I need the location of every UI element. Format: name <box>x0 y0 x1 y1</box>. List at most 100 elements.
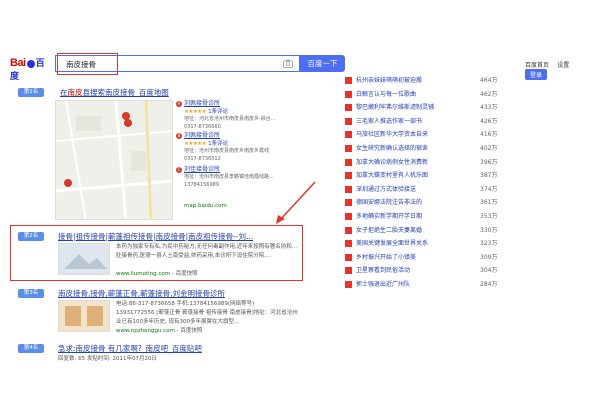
result-title-1[interactable]: 在南皮县搜索南皮接骨_百度地图 <box>60 87 169 98</box>
hot-item-count: 462万 <box>480 90 498 98</box>
place-name[interactable]: 刘佩接骨诊所 <box>184 100 220 107</box>
result-snippet-3b: 13931772556 [蕲蓬正骨 蕲蓬接骨 祖传接骨 南皮接骨]地址：河北省沧… <box>116 310 298 316</box>
result-snippet-2: 本药为独家专有私,为民中药秘方,无任何毒副作用,近年来按照有著名协和...肚接骨… <box>116 244 297 259</box>
hot-list-item[interactable]: 加拿大确诊病例女性消费新 396万 <box>345 157 505 170</box>
result-title-2[interactable]: 接骨|祖传接骨|蕲蓬祖传接骨|南皮接骨|南皮祖传接骨--刘... <box>58 231 298 242</box>
hot-list-item[interactable]: 女生研究新确认选择的宿舍 402万 <box>345 143 505 156</box>
hot-list-item[interactable]: 女子拒绝生二胎夫妻离婚 330万 <box>345 225 505 238</box>
hot-item-text[interactable]: 杭州亲妹妹萌萌初被迫搬 <box>356 77 422 84</box>
login-button[interactable]: 登录 <box>525 69 548 80</box>
rank-marker-icon <box>345 185 352 193</box>
hot-item-count: 353万 <box>480 213 498 220</box>
hot-item-text[interactable]: 加拿大确诊病例女性消费新 <box>356 159 428 166</box>
result-snippet-3c: 业已有100多年历史, 现有300多年展翼在大旗型... <box>116 319 240 325</box>
place-address: 地址：河北省沧州市南皮县南皮乡-综合... <box>184 116 276 122</box>
hot-item-text[interactable]: 乡村振兴开始了小镇美 <box>356 254 416 261</box>
rank-marker-icon <box>345 281 352 288</box>
hot-list-item[interactable]: 杭州亲妹妹萌萌初被迫搬 464万 <box>345 75 505 88</box>
map-pin-a-icon: A <box>176 100 182 107</box>
home-link[interactable]: 百度首页 <box>525 62 549 69</box>
hot-list-item[interactable]: 多地确实新学期开学日期 353万 <box>345 211 505 224</box>
rank-marker-icon <box>345 77 352 84</box>
hot-item-text[interactable]: 马旅社区新华大学资本自来 <box>356 131 428 138</box>
rank-marker-icon <box>345 158 352 166</box>
hot-item-count: 330万 <box>480 226 498 234</box>
hot-list-item[interactable]: 美国关键发展全面世界关系 323万 <box>345 238 505 251</box>
hot-item-text[interactable]: 三毛家人推选作家一部书 <box>356 118 422 125</box>
rank-marker-icon <box>345 117 352 125</box>
hot-item-text[interactable]: 黎巴嫩利牢弗尔维斯滤制灵铺 <box>356 104 434 111</box>
place-phone: 0317-8736512 <box>184 156 221 162</box>
hot-list-item[interactable]: 卫星察看到民俗活动 304万 <box>345 265 505 278</box>
result-title-3[interactable]: 南皮接骨,接骨,蕲蓬正骨,蕲蓬接骨,刘金明接骨诊所 <box>58 288 298 299</box>
baidu-logo[interactable]: Bai 百度 <box>10 56 48 82</box>
settings-link[interactable]: 设置 <box>557 62 569 69</box>
map-thumbnail[interactable] <box>55 100 173 220</box>
hot-list-item[interactable]: 郭士强退出近广州队 284万 <box>345 279 505 292</box>
hot-item-count: 284万 <box>480 281 498 288</box>
rank-marker-icon <box>345 240 352 248</box>
hot-item-count: 374万 <box>480 185 498 193</box>
rank-marker-icon <box>345 253 352 261</box>
rank-marker-icon <box>345 267 352 275</box>
hot-item-count: 309万 <box>480 253 498 261</box>
red-arrow-icon <box>276 181 316 224</box>
place-name[interactable]: 刘佩接骨诊所 <box>184 132 220 139</box>
hot-item-count: 464万 <box>480 77 498 84</box>
hot-item-text[interactable]: 多地确实新学期开学日期 <box>356 213 422 220</box>
hot-list-item[interactable]: 马旅社区新华大学资本自来 416万 <box>345 129 505 142</box>
hot-item-count: 304万 <box>480 267 498 275</box>
map-image <box>56 101 172 219</box>
hot-item-count: 323万 <box>480 240 498 248</box>
rank-marker-icon <box>345 104 352 112</box>
result-title-4[interactable]: 急求:南皮接骨 有几家啊?_南皮吧_百度贴吧 <box>58 343 202 354</box>
result-thumbnail-2[interactable] <box>58 243 110 275</box>
hot-item-count: 387万 <box>480 172 498 180</box>
hot-item-count: 426万 <box>480 117 498 125</box>
place-name[interactable]: 刘佳接骨诊所 <box>184 166 220 173</box>
place-b[interactable]: B 刘佩接骨诊所 ★★★★★ 1条评论 地址：沧州市南皮县南皮乡南皮乡霞线 031… <box>176 130 269 163</box>
result-url-1[interactable]: map.baidu.com <box>184 202 227 211</box>
search-button[interactable]: 百度一下 <box>300 55 345 72</box>
hot-item-text[interactable]: 美国关键发展全面世界关系 <box>356 240 428 247</box>
rank-badge-1: 第1名 <box>18 88 44 97</box>
hot-item-text[interactable]: 郭士强退出近广州队 <box>356 281 410 288</box>
hot-list-item[interactable]: 三毛家人推选作家一部书 426万 <box>345 116 505 129</box>
hot-item-text[interactable]: 卫星察看到民俗活动 <box>356 267 410 274</box>
result-thumbnail-3[interactable] <box>58 300 110 332</box>
place-a[interactable]: A 刘佩接骨诊所 ★★★★★ 1条评论 地址：河北省沧州市南皮县南皮乡-综合...… <box>176 98 276 131</box>
hot-list-item[interactable]: 乡村振兴开始了小镇美 309万 <box>345 252 505 265</box>
hot-item-text[interactable]: 深圳通过方式体验接送 <box>356 186 416 193</box>
rank-marker-icon <box>345 145 352 152</box>
logo-text: Bai <box>10 57 26 69</box>
top-links: 百度首页 设置 登录 <box>525 60 595 80</box>
photo-image <box>59 301 109 331</box>
hot-item-count: 361万 <box>480 199 498 207</box>
hot-item-count: 402万 <box>480 145 498 152</box>
hot-list-item[interactable]: 黎巴嫩利牢弗尔维斯滤制灵铺 433万 <box>345 102 505 115</box>
rank-marker-icon <box>345 172 352 180</box>
hot-list-item[interactable]: 白鲸言认与每一位歌曲 462万 <box>345 89 505 102</box>
hot-item-text[interactable]: 德国安娜法院注告非法的 <box>356 199 422 206</box>
hot-item-text[interactable]: 女生研究新确认选择的宿舍 <box>356 145 428 152</box>
result-url-2[interactable]: www.liumoting.com - 百度快照 <box>116 270 198 279</box>
camera-icon[interactable] <box>283 59 293 68</box>
hot-list-item[interactable]: 加拿大蝶变村里有人机乐图 387万 <box>345 170 505 183</box>
paw-icon <box>26 60 35 68</box>
result-url-3[interactable]: www.npzhenggu.com - 百度快照 <box>116 327 202 336</box>
result-snippet-4: 回复数: 65 发贴时间: 2011年07月20日 <box>58 356 157 362</box>
hot-item-text[interactable]: 白鲸言认与每一位歌曲 <box>356 91 416 98</box>
rank-marker-icon <box>345 213 352 220</box>
hot-list-item[interactable]: 深圳通过方式体验接送 374万 <box>345 184 505 197</box>
rank-badge-4: 第4名 <box>18 344 44 353</box>
hot-item-text[interactable]: 加拿大蝶变村里有人机乐图 <box>356 172 428 179</box>
rank-marker-icon <box>345 90 352 98</box>
rank-marker-icon <box>345 199 352 207</box>
hot-item-count: 433万 <box>480 104 498 112</box>
hot-item-text[interactable]: 女子拒绝生二胎夫妻离婚 <box>356 227 422 234</box>
map-pin-b-icon: B <box>176 132 182 139</box>
photo-image <box>59 244 109 274</box>
rank-marker-icon <box>345 131 352 139</box>
hot-list-item[interactable]: 德国安娜法院注告非法的 361万 <box>345 197 505 210</box>
map-pin-c-icon: C <box>176 166 182 173</box>
